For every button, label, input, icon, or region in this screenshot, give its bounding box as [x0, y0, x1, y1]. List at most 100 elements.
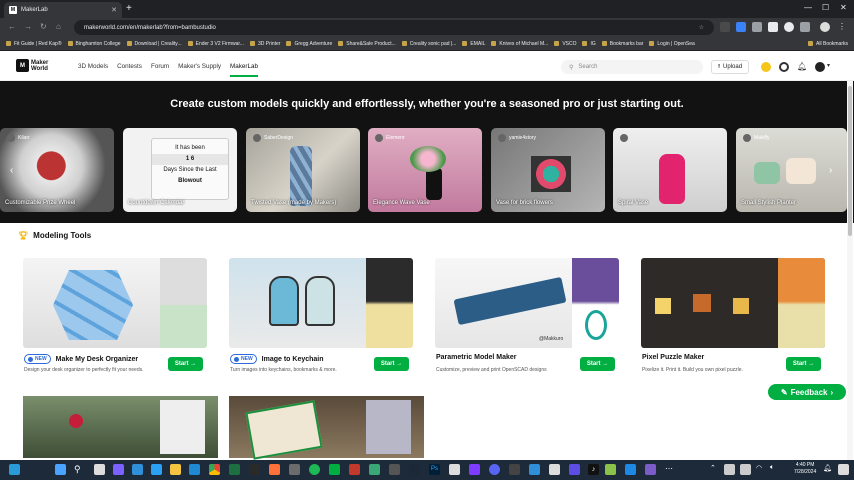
bookmark-item[interactable]: VSCO: [554, 41, 576, 47]
hero-card[interactable]: Kilarr Customizable Prize Wheel: [0, 128, 114, 212]
taskbar-app-icon[interactable]: [151, 464, 162, 475]
taskbar-app-icon[interactable]: [389, 464, 400, 475]
reload-icon[interactable]: ↻: [40, 22, 47, 31]
bookmark-item[interactable]: Share&Sale Product...: [338, 41, 396, 47]
spotify-icon[interactable]: [309, 464, 320, 475]
edge-icon[interactable]: [132, 464, 143, 475]
tool-card[interactable]: Pixel Puzzle Maker Pixelize it. Print it…: [636, 251, 831, 380]
steam-icon[interactable]: [409, 464, 420, 475]
bookmark-item[interactable]: Fit Guide | Red Kap®: [6, 41, 62, 47]
bookmark-item[interactable]: Binghamton College: [67, 41, 121, 47]
firefox-icon[interactable]: [269, 464, 280, 475]
bookmark-item[interactable]: Login | OpenSea: [649, 41, 695, 47]
hero-card[interactable]: Elemenr Elegance Wave Vase: [368, 128, 482, 212]
taskbar-app-icon[interactable]: [229, 464, 240, 475]
extension-icon[interactable]: [768, 22, 778, 32]
bookmark-item[interactable]: Bookmarks bar: [601, 41, 643, 47]
discord-icon[interactable]: [489, 464, 500, 475]
more-apps-icon[interactable]: ⋯: [665, 464, 676, 475]
taskbar-app-icon[interactable]: [369, 464, 380, 475]
nav-forum[interactable]: Forum: [151, 63, 169, 77]
nav-makerlab[interactable]: MakerLab: [230, 63, 259, 77]
tool-card[interactable]: NEW Make My Desk Organizer Design your d…: [18, 251, 213, 380]
tool-card-partial[interactable]: [229, 396, 424, 460]
bookmark-star-icon[interactable]: ☆: [699, 24, 704, 31]
start-button[interactable]: Start →: [168, 357, 203, 371]
bookmark-item[interactable]: IG: [582, 41, 596, 47]
all-bookmarks[interactable]: All Bookmarks: [808, 41, 848, 47]
feedback-button[interactable]: ✎ Feedback ›: [768, 384, 846, 400]
taskbar-app-icon[interactable]: [529, 464, 540, 475]
taskbar-app-icon[interactable]: [113, 464, 124, 475]
bookmark-item[interactable]: 3D Printer: [249, 41, 280, 47]
chrome-icon[interactable]: [209, 464, 220, 475]
notification-icon[interactable]: 🔔︎: [823, 464, 834, 475]
notifications-bell-icon[interactable]: 🔔︎: [797, 62, 807, 72]
taskbar-app-icon[interactable]: [249, 464, 260, 475]
home-icon[interactable]: ⌂: [56, 22, 61, 31]
volume-icon[interactable]: 🔈︎: [770, 464, 781, 475]
hero-card[interactable]: SaberDesign Twisted Vase (made by Makers…: [246, 128, 360, 212]
makerworld-logo[interactable]: M Maker World: [16, 59, 48, 72]
taskbar-app-icon[interactable]: [645, 464, 656, 475]
browser-menu-icon[interactable]: ⋮: [838, 22, 848, 32]
extension-icon[interactable]: [720, 22, 730, 32]
hero-card[interactable]: It has been 1 6 Days Since the Last Blow…: [123, 128, 237, 212]
bookmark-item[interactable]: Knives of Michael M...: [491, 41, 548, 47]
new-tab-button[interactable]: +: [126, 3, 132, 14]
chevron-down-icon[interactable]: ▾: [827, 62, 830, 69]
tool-card[interactable]: @Makkuro Parametric Model Maker Customiz…: [430, 251, 625, 380]
extension-icon[interactable]: [736, 22, 746, 32]
start-button[interactable]: Start →: [374, 357, 409, 371]
taskbar-app-icon[interactable]: [605, 464, 616, 475]
tray-icon[interactable]: [724, 464, 735, 475]
nav-makers-supply[interactable]: Maker's Supply: [178, 63, 221, 77]
taskbar-app-icon[interactable]: [289, 464, 300, 475]
taskbar-app-icon[interactable]: [625, 464, 636, 475]
tray-icon[interactable]: [740, 464, 751, 475]
taskbar-app-icon[interactable]: [509, 464, 520, 475]
hero-card[interactable]: Spiral Vase: [613, 128, 727, 212]
back-icon[interactable]: ←: [8, 22, 16, 31]
start-button[interactable]: Start →: [786, 357, 821, 371]
maximize-icon[interactable]: ☐: [822, 3, 829, 12]
profile-avatar-icon[interactable]: [820, 22, 830, 32]
photoshop-icon[interactable]: Ps: [429, 464, 440, 475]
store-icon[interactable]: [189, 464, 200, 475]
hero-card[interactable]: yamie4story Vase for brick flowers: [491, 128, 605, 212]
carousel-prev-icon[interactable]: ‹: [10, 165, 13, 176]
bambu-studio-icon[interactable]: [329, 464, 340, 475]
taskbar-app-icon[interactable]: [469, 464, 480, 475]
minimize-icon[interactable]: —: [804, 3, 812, 12]
task-view-icon[interactable]: [94, 464, 105, 475]
nav-3d-models[interactable]: 3D Models: [78, 63, 108, 77]
system-clock[interactable]: 4:40 PM 7/28/2024: [794, 462, 816, 476]
taskbar-app-icon[interactable]: [449, 464, 460, 475]
extensions-puzzle-icon[interactable]: [800, 22, 810, 32]
extension-icon[interactable]: [784, 22, 794, 32]
wifi-icon[interactable]: ◠: [756, 464, 767, 475]
file-explorer-icon[interactable]: [170, 464, 181, 475]
bookmark-item[interactable]: Download | Creality...: [126, 41, 182, 47]
tray-icon[interactable]: [838, 464, 849, 475]
url-field[interactable]: makerworld.com/en/makerlab?from=bambustu…: [74, 20, 714, 35]
points-icon[interactable]: [761, 62, 771, 72]
forward-icon[interactable]: →: [24, 22, 32, 31]
start-button[interactable]: Start →: [580, 357, 615, 371]
search-taskbar-icon[interactable]: ⚲: [74, 464, 85, 475]
carousel-next-icon[interactable]: ›: [829, 165, 832, 176]
tool-card[interactable]: NEW Image to Keychain Turn images into k…: [224, 251, 419, 380]
tiktok-icon[interactable]: ♪: [588, 464, 599, 475]
bookmark-item[interactable]: Creality sonic pad |...: [401, 41, 456, 47]
tray-chevron-icon[interactable]: ⌃: [710, 464, 721, 475]
user-avatar[interactable]: [815, 62, 825, 72]
bookmark-item[interactable]: Gregg Adventure: [286, 41, 332, 47]
widgets-icon[interactable]: [9, 464, 20, 475]
taskbar-app-icon[interactable]: [549, 464, 560, 475]
taskbar-app-icon[interactable]: [569, 464, 580, 475]
messages-icon[interactable]: [779, 62, 789, 72]
bookmark-item[interactable]: Ender 3 V2 Firmwar...: [187, 41, 244, 47]
close-window-icon[interactable]: ✕: [840, 3, 847, 12]
bookmark-item[interactable]: EMAIL: [462, 41, 485, 47]
scrollbar-thumb[interactable]: [848, 86, 852, 236]
